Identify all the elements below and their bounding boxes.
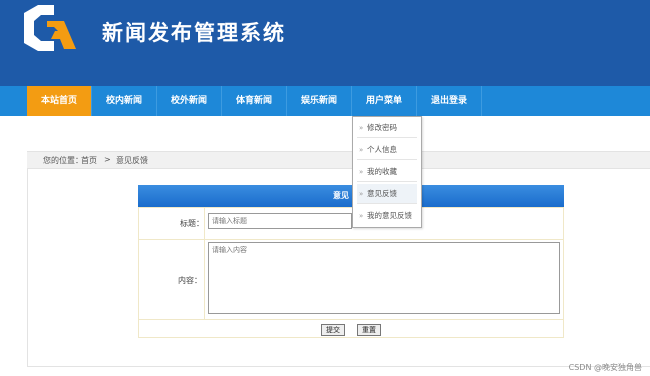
dropdown-item-feedback[interactable]: » 意见反馈 <box>357 184 417 204</box>
submit-button[interactable]: 提交 <box>321 324 345 336</box>
dropdown-item-label: 我的收藏 <box>367 167 397 176</box>
bullet-icon: » <box>359 168 364 176</box>
user-menu-dropdown: » 修改密码 » 个人信息 » 我的收藏 » 意见反馈 » 我的意见反馈 <box>352 116 422 228</box>
bullet-icon: » <box>359 212 364 220</box>
nav-item-home[interactable]: 本站首页 <box>27 86 92 116</box>
breadcrumb-prefix: 您的位置： <box>43 156 83 165</box>
breadcrumb-current: 意见反馈 <box>116 156 148 165</box>
dropdown-item-label: 个人信息 <box>367 145 397 154</box>
panel-title: 意见 <box>333 191 349 200</box>
main-nav: 本站首页 校内新闻 校外新闻 体育新闻 娱乐新闻 用户菜单 退出登录 <box>0 86 650 116</box>
title-label: 标题： <box>180 219 204 228</box>
dropdown-item-personal-info[interactable]: » 个人信息 <box>357 140 417 160</box>
nav-item-logout[interactable]: 退出登录 <box>417 86 482 116</box>
nav-item-entertainment-news[interactable]: 娱乐新闻 <box>287 86 352 116</box>
column-divider <box>204 207 205 319</box>
reset-button[interactable]: 重置 <box>357 324 381 336</box>
nav-item-external-news[interactable]: 校外新闻 <box>157 86 222 116</box>
nav-item-user-menu[interactable]: 用户菜单 <box>352 86 417 116</box>
watermark: CSDN @晚安独角兽 <box>568 363 642 372</box>
bullet-icon: » <box>359 190 364 198</box>
dropdown-item-change-password[interactable]: » 修改密码 <box>357 118 417 138</box>
breadcrumb-home-link[interactable]: 首页 <box>81 155 97 166</box>
row-divider <box>138 239 564 240</box>
site-title: 新闻发布管理系统 <box>102 21 286 45</box>
nav-item-sports-news[interactable]: 体育新闻 <box>222 86 287 116</box>
dropdown-item-favorites[interactable]: » 我的收藏 <box>357 162 417 182</box>
nav-item-campus-news[interactable]: 校内新闻 <box>92 86 157 116</box>
title-input[interactable] <box>208 213 352 229</box>
panel-header <box>138 185 564 207</box>
bullet-icon: » <box>359 124 364 132</box>
header: 新闻发布管理系统 <box>0 0 650 86</box>
row-divider <box>138 319 564 320</box>
dropdown-item-label: 修改密码 <box>367 123 397 132</box>
dropdown-item-label: 我的意见反馈 <box>367 211 412 220</box>
breadcrumb: 您的位置： 首页 > 意见反馈 <box>27 151 650 169</box>
bullet-icon: » <box>359 146 364 154</box>
logo-icon <box>24 5 76 51</box>
content-label: 内容： <box>178 276 202 285</box>
breadcrumb-separator: > <box>104 155 111 164</box>
dropdown-item-my-feedback[interactable]: » 我的意见反馈 <box>357 206 417 226</box>
dropdown-item-label: 意见反馈 <box>367 189 397 198</box>
content-textarea[interactable] <box>208 242 560 314</box>
